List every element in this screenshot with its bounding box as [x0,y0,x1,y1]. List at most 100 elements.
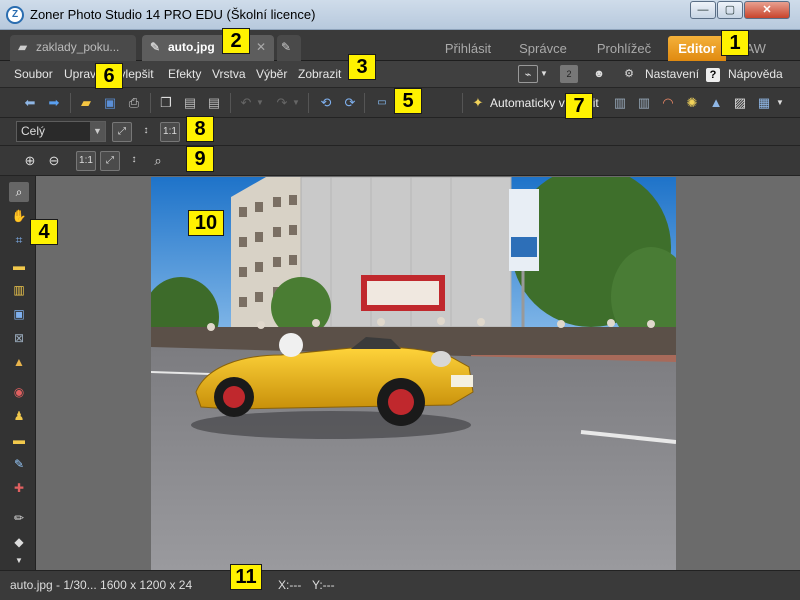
minimize-button[interactable]: — [690,1,716,19]
toolbar-divider [230,93,231,113]
zoom-tool-icon[interactable]: ⌕ [148,151,168,171]
callout-5: 5 [394,88,422,114]
monitor-icon[interactable]: ⌁ [518,65,538,83]
tab-viewer[interactable]: Prohlížeč [588,36,660,61]
callout-8: 8 [186,116,214,142]
settings-menu[interactable]: Nastavení [645,67,699,81]
color-icon[interactable]: ◠ [658,93,678,113]
chevron-down-icon[interactable]: ▼ [774,93,786,113]
chevron-down-icon[interactable]: ▼ [539,65,549,83]
doc-tab-zaklady[interactable]: ▰ zaklady_poku... [10,35,136,61]
chevron-down-icon[interactable]: ▼ [290,93,302,113]
edit-pencil-icon: ✎ [150,40,161,54]
menu-soubor[interactable]: Soubor [14,67,53,81]
zoom-mode-toolbar: Celý ▼ ⤢ ↕ 1:1 [0,118,800,146]
doc-tab-label: auto.jpg [168,40,215,54]
photo-image [151,177,676,570]
zoom-out-icon[interactable]: ⊖ [44,151,64,171]
menu-vyber[interactable]: Výběr [256,67,287,81]
perspective-tool-icon[interactable]: ▥ [9,280,29,300]
patch-tool-icon[interactable]: ▬ [9,430,29,450]
status-x-coordinate: X:--- [278,578,302,592]
crop-tool-icon[interactable]: ⌗ [9,230,29,250]
more-tools-icon[interactable]: ▼ [9,554,29,568]
red-eye-icon[interactable]: ◉ [9,382,29,402]
horizon-tool-icon[interactable]: ▬ [9,256,29,276]
fit-window-icon[interactable]: ⤢ [112,122,132,142]
zoom-in-icon[interactable]: ⊕ [20,151,40,171]
close-tab-icon[interactable]: ✕ [256,35,266,59]
tab-row: ▰ zaklady_poku... ✎ auto.jpg ✕ ✎ Přihlásit… [0,30,800,61]
menu-vrstva[interactable]: Vrstva [212,67,246,81]
new-edit-tab[interactable]: ✎ [277,35,301,61]
lightbulb-icon[interactable]: ✺ [682,93,702,113]
copy-icon[interactable]: ❐ [156,93,176,113]
doc-tab-auto[interactable]: ✎ auto.jpg ✕ [142,35,274,61]
hand-tool-icon[interactable]: ✋ [9,206,29,226]
photo-yellow-car[interactable] [151,177,676,570]
help-icon[interactable]: ? [706,68,720,82]
menu-zobrazit[interactable]: Zobrazit [298,67,341,81]
doc-tab-label: zaklady_poku... [36,40,120,54]
landscape-tool-icon[interactable]: ▲ [9,352,29,372]
healing-tool-icon[interactable]: ✚ [9,478,29,498]
callout-6: 6 [95,63,123,89]
title-bar: Z Zoner Photo Studio 14 PRO EDU (Školní … [0,0,800,30]
user-icon[interactable]: ☻ [590,65,608,83]
callout-2: 2 [222,28,250,54]
auto-enhance-icon[interactable]: ✦ [468,93,488,113]
open-folder-icon[interactable]: ▰ [76,93,96,113]
zoom-1to1-button[interactable]: 1:1 [160,122,180,142]
chevron-down-icon[interactable]: ▼ [254,93,266,113]
edit-pencil-icon: ✎ [281,40,292,54]
forward-arrow-icon[interactable]: ➡ [44,93,64,113]
folder-icon: ▰ [18,40,28,54]
save-icon[interactable]: ▣ [100,93,120,113]
status-file-info: auto.jpg - 1/30... 1600 x 1200 x 24 [10,578,193,592]
menu-efekty[interactable]: Efekty [168,67,201,81]
pencil-tool-icon[interactable]: ✏ [9,508,29,528]
paste-icon[interactable]: ▤ [180,93,200,113]
callout-9: 9 [186,146,214,172]
view-zoom-toolbar: ⊕ ⊖ 1:1 ⤢ ↕ ⌕ [0,146,800,176]
zoom-mode-select[interactable]: Celý ▼ [16,121,106,142]
fit-height-icon[interactable]: ↕ [136,122,156,142]
selection-icon[interactable]: ▭ [372,93,392,113]
gear-icon[interactable]: ⚙ [620,65,638,83]
redo-icon[interactable]: ↷ [272,93,292,113]
sharpen-icon[interactable]: ▲ [706,93,726,113]
levels-icon[interactable]: ▥ [610,93,630,113]
help-menu[interactable]: Nápověda [728,67,783,81]
close-window-button[interactable]: ✕ [744,1,790,19]
tab-editor[interactable]: Editor [668,36,726,61]
fill-tool-icon[interactable]: ◆ [9,532,29,552]
toolbar-divider [70,93,71,113]
resize-tool-icon[interactable]: ▣ [9,304,29,324]
rotate-left-icon[interactable]: ⟲ [316,93,336,113]
callout-10: 10 [188,210,224,236]
layer-badge-icon[interactable]: 2 [560,65,578,83]
curves-icon[interactable]: ▥ [634,93,654,113]
canvas-tool-icon[interactable]: ⊠ [9,328,29,348]
back-arrow-icon[interactable]: ⬅ [20,93,40,113]
view-1to1-button[interactable]: 1:1 [76,151,96,171]
tab-login[interactable]: Přihlásit [438,36,498,61]
toolbar-divider [150,93,151,113]
print-icon[interactable]: ⎙ [124,93,144,113]
tab-manager[interactable]: Správce [510,36,576,61]
edit-picture-icon[interactable]: ▨ [730,93,750,113]
undo-icon[interactable]: ↶ [236,93,256,113]
image-canvas[interactable] [36,176,800,570]
brush-tool-icon[interactable]: ✎ [9,454,29,474]
view-fit-icon[interactable]: ⤢ [100,151,120,171]
callout-1: 1 [721,30,749,56]
callout-7: 7 [565,93,593,119]
view-fit-height-icon[interactable]: ↕ [124,151,144,171]
clone-stamp-icon[interactable]: ♟ [9,406,29,426]
rotate-right-icon[interactable]: ⟳ [340,93,360,113]
export-icon[interactable]: ▦ [754,93,774,113]
maximize-button[interactable]: ▢ [717,1,743,19]
magnifier-tool-icon[interactable]: ⌕ [9,182,29,202]
paste-special-icon[interactable]: ▤ [204,93,224,113]
toolbar-divider [462,93,463,113]
